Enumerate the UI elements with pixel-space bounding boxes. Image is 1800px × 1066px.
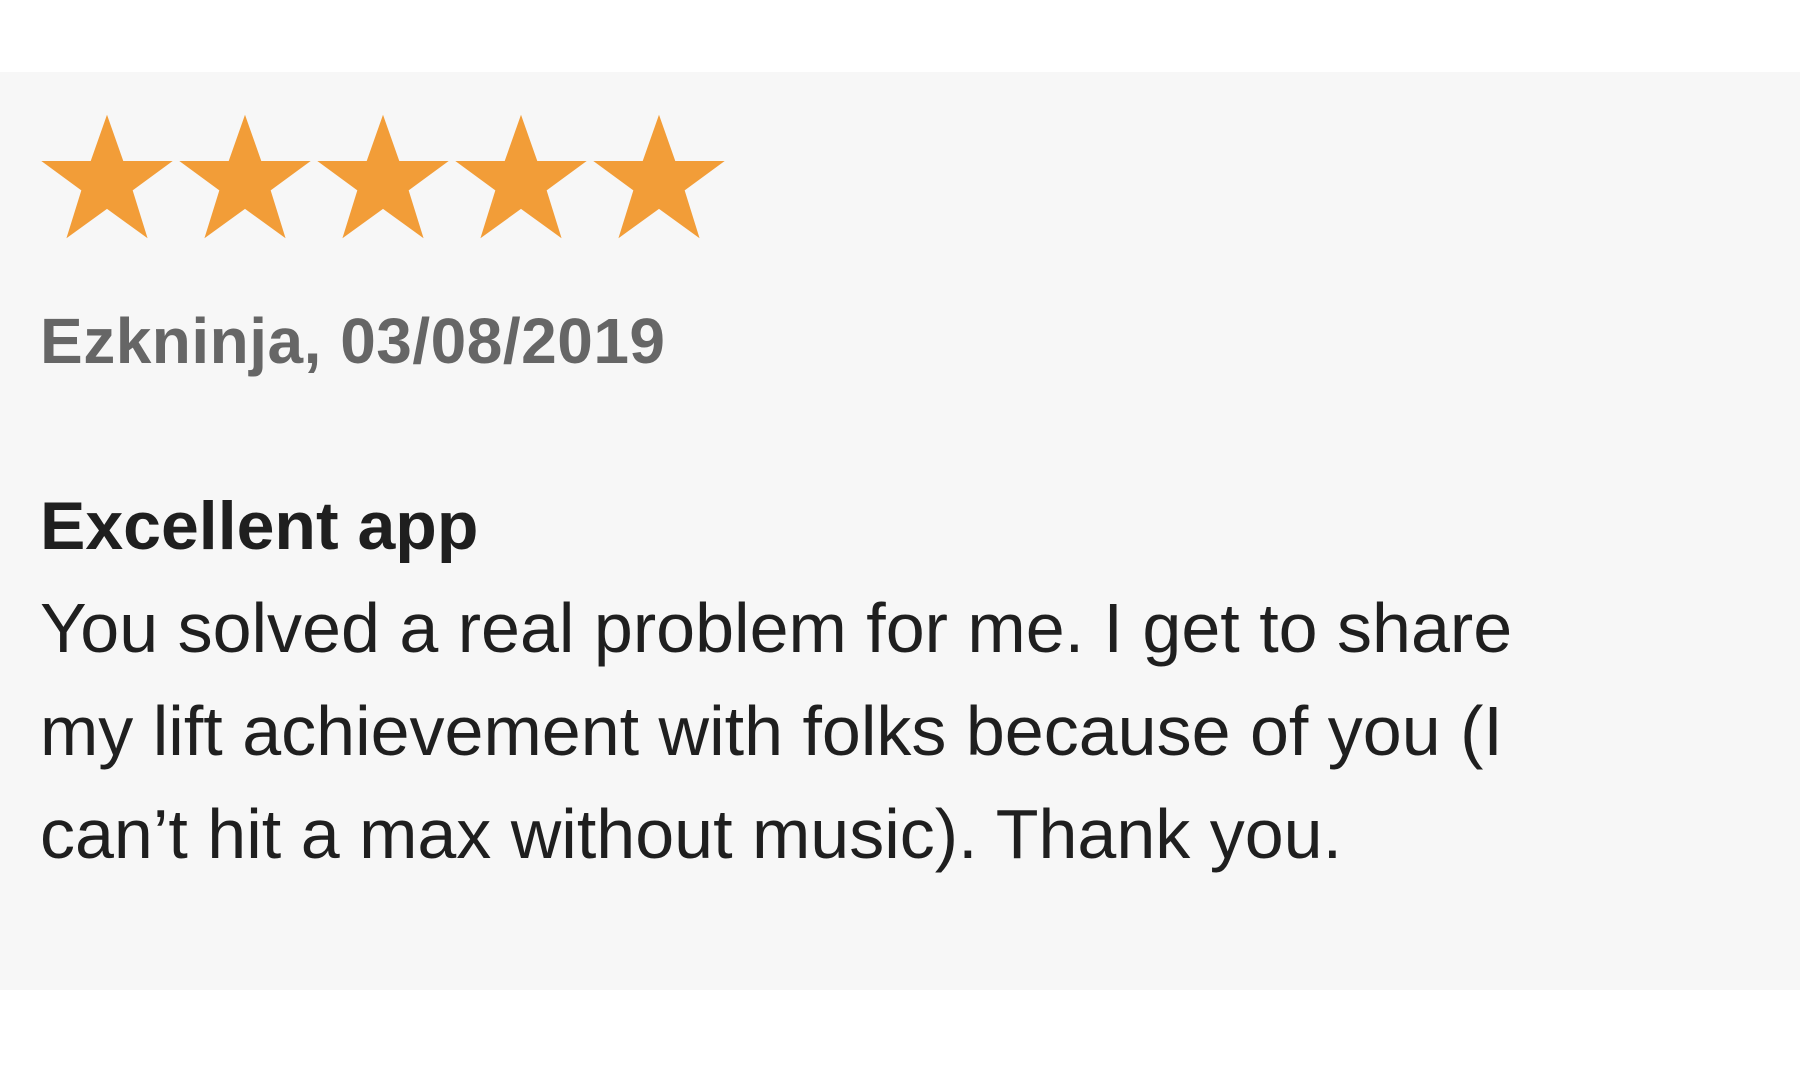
star-icon: [176, 112, 314, 250]
review-card: Ezkninja, 03/08/2019 Excellent app You s…: [0, 72, 1800, 990]
review-author-date: Ezkninja, 03/08/2019: [40, 305, 666, 377]
review-body-line: can’t hit a max without music). Thank yo…: [40, 795, 1343, 873]
review-body-line: You solved a real problem for me. I get …: [40, 589, 1513, 667]
star-rating: [38, 112, 728, 252]
star-icon: [314, 112, 452, 250]
review-title: Excellent app: [40, 488, 479, 564]
star-icon: [452, 112, 590, 250]
review-body: You solved a real problem for me. I get …: [40, 577, 1760, 886]
star-icon: [38, 112, 176, 250]
review-body-line: my lift achievement with folks because o…: [40, 692, 1503, 770]
star-icon: [590, 112, 728, 250]
